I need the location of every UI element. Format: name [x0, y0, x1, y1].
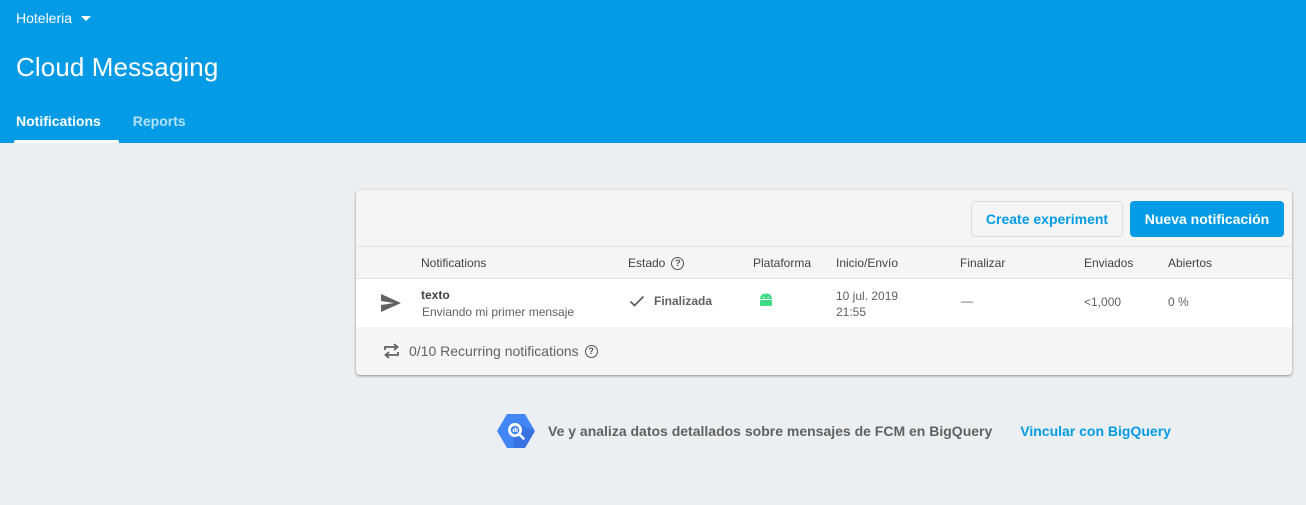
tab-bar: Notifications Reports [0, 104, 202, 143]
column-header-end: Finalizar [960, 256, 1006, 270]
bigquery-description: Ve y analiza datos detallados sobre mens… [548, 423, 993, 439]
create-experiment-button[interactable]: Create experiment [971, 201, 1123, 237]
column-header-platform: Plataforma [753, 256, 812, 270]
opened-cell: 0 % [1168, 295, 1189, 309]
status-text: Finalizada [654, 294, 713, 308]
card-toolbar: Create experiment Nueva notificación [356, 190, 1292, 246]
start-time: 21:55 [836, 305, 867, 319]
sent-cell: <1,000 [1084, 295, 1122, 309]
bigquery-banner: Ve y analiza datos detallados sobre mens… [496, 412, 1171, 450]
help-icon[interactable]: ? [584, 344, 598, 358]
status-cell: Finalizada [629, 294, 712, 308]
column-header-sent: Enviados [1084, 256, 1134, 270]
column-header-start: Inicio/Envío [836, 256, 899, 270]
repeat-icon [384, 343, 399, 359]
project-selector[interactable]: Hoteleria [16, 10, 92, 26]
notifications-card: Create experiment Nueva notificación Not… [356, 190, 1292, 375]
notification-subtitle: Enviando mi primer mensaje [422, 305, 575, 319]
send-icon [381, 294, 401, 312]
notification-title: texto [421, 288, 450, 302]
column-header-notifications: Notifications [421, 256, 487, 270]
android-icon [760, 293, 772, 306]
end-cell: — [961, 294, 973, 308]
bigquery-icon [497, 414, 535, 448]
column-header-opened: Abiertos [1168, 256, 1213, 270]
table-row[interactable]: texto Enviando mi primer mensaje Finaliz… [356, 279, 1292, 327]
check-icon [629, 295, 645, 307]
start-date-cell: 10 jul. 2019 21:55 [836, 288, 898, 320]
app-header: Hoteleria Cloud Messaging Notifications … [0, 0, 1306, 143]
start-date: 10 jul. 2019 [836, 289, 899, 303]
link-bigquery-link[interactable]: Vincular con BigQuery [1020, 423, 1171, 439]
column-header-status: Estado ? [628, 256, 685, 270]
chevron-down-icon [81, 15, 92, 21]
table-header: Notifications Estado ? Plataforma Inicio… [356, 246, 1292, 279]
tab-notifications[interactable]: Notifications [0, 104, 119, 143]
help-icon[interactable]: ? [671, 256, 685, 270]
recurring-notifications: 0/10 Recurring notifications ? [382, 342, 598, 360]
new-notification-button[interactable]: Nueva notificación [1130, 201, 1284, 237]
page-title: Cloud Messaging [16, 52, 219, 82]
project-name: Hoteleria [16, 10, 73, 26]
tab-reports[interactable]: Reports [117, 104, 202, 143]
recurring-text: 0/10 Recurring notifications [409, 343, 579, 359]
